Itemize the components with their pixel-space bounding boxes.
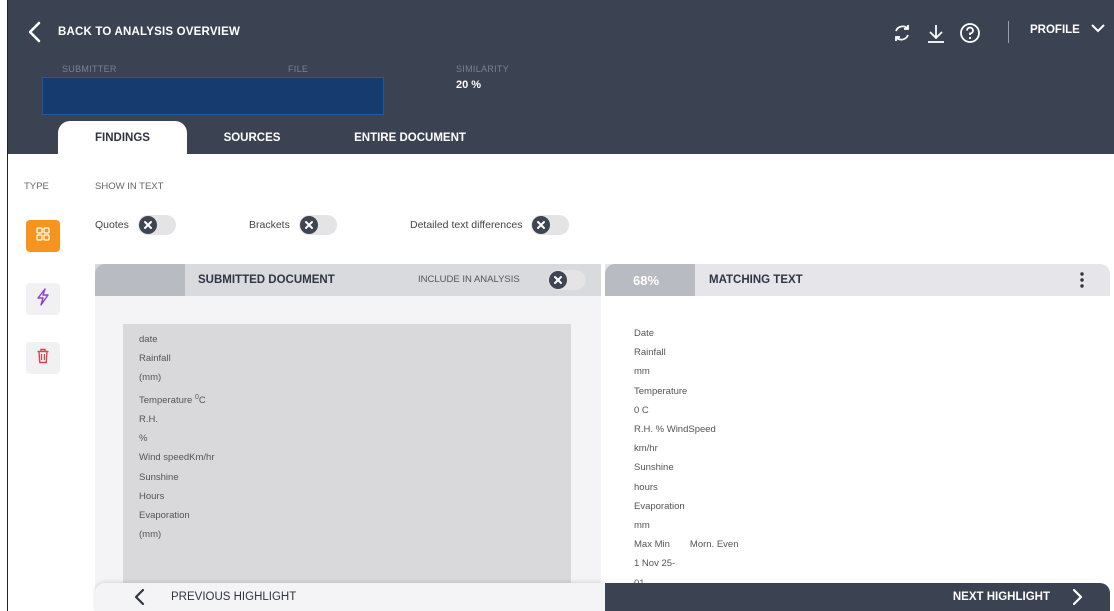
show-in-text-label: SHOW IN TEXT: [95, 181, 164, 192]
detailed-differences-label: Detailed text differences: [410, 219, 523, 231]
quotes-label: Quotes: [95, 219, 129, 231]
file-label: FILE: [288, 64, 309, 74]
text-line: %: [139, 433, 148, 445]
lightning-icon: [36, 287, 50, 311]
text-line: Evaporation: [139, 509, 190, 521]
header-divider: [1008, 21, 1009, 43]
back-to-overview-link[interactable]: BACK TO ANALYSIS OVERVIEW: [26, 20, 240, 44]
more-options-icon[interactable]: [1075, 270, 1089, 290]
submitted-text: date Rainfall (mm) Temperature 0C R.H. %…: [139, 330, 215, 544]
text-line: hours: [634, 481, 658, 493]
submitter-label: SUBMITTER: [62, 64, 117, 74]
close-icon: [138, 216, 157, 234]
refresh-icon[interactable]: [890, 21, 914, 45]
trash-icon: [36, 348, 50, 369]
previous-highlight-button[interactable]: PREVIOUS HIGHLIGHT: [95, 583, 605, 611]
grid-icon: [36, 226, 50, 246]
text-line: 0 C: [634, 404, 649, 416]
submitted-document-header: SUBMITTED DOCUMENT INCLUDE IN ANALYSIS: [95, 264, 601, 296]
text-line: Temperature: [634, 385, 688, 397]
close-icon: [532, 216, 551, 234]
type-trash-button[interactable]: [26, 342, 60, 374]
tab-findings[interactable]: FINDINGS: [58, 121, 187, 154]
text-line: R.H.: [139, 413, 158, 425]
submitted-color-chip: [95, 264, 185, 296]
chevron-left-icon: [133, 588, 147, 606]
submitted-text-highlight[interactable]: date Rainfall (mm) Temperature 0C R.H. %…: [123, 324, 571, 611]
text-line: R.H. % WindSpeed: [634, 424, 716, 436]
brackets-toggle[interactable]: [298, 215, 337, 235]
brackets-label: Brackets: [249, 219, 290, 231]
include-in-analysis-label: INCLUDE IN ANALYSIS: [418, 274, 520, 285]
text-line: Rainfall: [634, 347, 666, 359]
detailed-differences-toggle[interactable]: [531, 215, 570, 235]
close-icon: [549, 271, 567, 289]
app-header: BACK TO ANALYSIS OVERVIEW PROFILE SUBMIT…: [0, 0, 1114, 154]
window-frame-edge: [0, 0, 8, 611]
previous-highlight-label: PREVIOUS HIGHLIGHT: [171, 591, 297, 603]
text-line: (mm): [139, 372, 162, 384]
chevron-left-icon: [26, 21, 44, 43]
text-line: (mm): [139, 529, 162, 541]
tab-entire-document[interactable]: ENTIRE DOCUMENT: [340, 121, 480, 154]
text-line: Hours: [139, 490, 165, 502]
text-line: date: [139, 334, 158, 345]
text-line: mm: [634, 520, 650, 532]
similarity-label: SIMILARITY: [456, 64, 510, 74]
help-icon[interactable]: [958, 21, 982, 45]
text-line: 1 Nov 25-: [634, 558, 676, 570]
detailed-differences-option: Detailed text differences: [410, 215, 570, 235]
tab-sources[interactable]: SOURCES: [212, 121, 292, 154]
matching-text: Date Rainfall mm Temperature 0 C R.H. % …: [634, 324, 738, 593]
type-all-button[interactable]: [26, 220, 60, 252]
close-icon: [299, 216, 318, 234]
next-highlight-button[interactable]: NEXT HIGHLIGHT: [605, 583, 1110, 611]
profile-menu[interactable]: PROFILE: [1030, 22, 1106, 37]
text-line: Rainfall: [139, 353, 171, 365]
similarity-value: 20 %: [456, 79, 482, 91]
text-line-temperature: Temperature 0C: [139, 393, 206, 406]
text-line: km/hr: [634, 443, 658, 455]
next-highlight-label: NEXT HIGHLIGHT: [952, 591, 1050, 603]
text-line-maxmin: Max Min Morn. Even: [634, 539, 739, 551]
text-line: Sunshine: [139, 471, 179, 483]
matching-text-panel: 68% MATCHING TEXT Date Rainfall mm Tempe…: [605, 264, 1110, 611]
header-toolbar: [890, 21, 982, 45]
profile-label: PROFILE: [1030, 23, 1080, 36]
matching-text-header: 68% MATCHING TEXT: [605, 264, 1110, 296]
download-icon[interactable]: [924, 21, 948, 45]
chevron-right-icon: [1070, 588, 1084, 606]
type-label: TYPE: [24, 181, 49, 192]
chevron-down-icon: [1090, 22, 1106, 37]
brackets-option: Brackets: [249, 215, 337, 235]
match-percentage: 68%: [605, 264, 695, 296]
text-line: Wind speedKm/hr: [139, 452, 215, 464]
text-line: Evaporation: [634, 500, 685, 512]
quotes-toggle[interactable]: [137, 215, 176, 235]
quotes-option: Quotes: [95, 215, 176, 235]
text-line: mm: [634, 366, 650, 378]
type-lightning-button[interactable]: [26, 283, 60, 315]
text-line: Sunshine: [634, 462, 674, 474]
back-label: BACK TO ANALYSIS OVERVIEW: [58, 26, 241, 38]
submitter-file-redacted: [42, 77, 384, 115]
matching-text-title: MATCHING TEXT: [709, 274, 803, 286]
submitted-document-panel: SUBMITTED DOCUMENT INCLUDE IN ANALYSIS d…: [95, 264, 601, 611]
include-in-analysis-toggle[interactable]: [548, 270, 586, 290]
submitted-document-title: SUBMITTED DOCUMENT: [198, 274, 335, 286]
text-line: Date: [634, 328, 655, 339]
